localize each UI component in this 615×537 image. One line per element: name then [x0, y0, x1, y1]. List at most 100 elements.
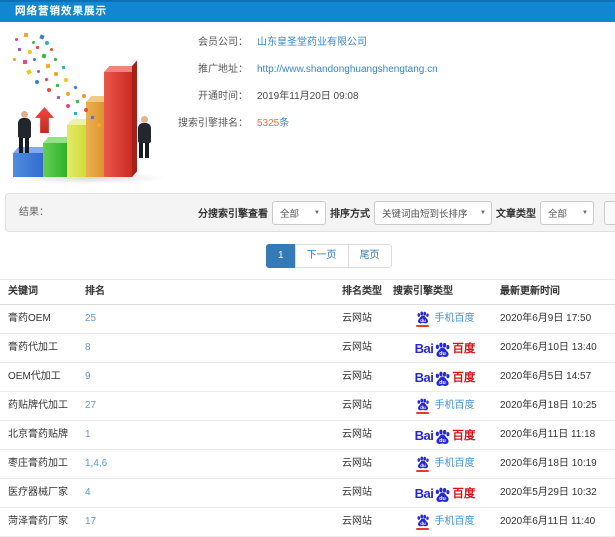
- rank-type-cell: 云网站: [342, 400, 372, 411]
- updated-time-cell: 2020年5月29日 10:32: [500, 487, 597, 498]
- rank-type-cell: 云网站: [342, 371, 372, 382]
- result-label: 结果：: [19, 207, 49, 218]
- mobile-baidu-label: 手机百度: [434, 313, 475, 324]
- confetti-dot: [13, 58, 16, 61]
- confetti-dot: [33, 58, 36, 61]
- updated-time-cell: 2020年6月18日 10:25: [500, 400, 597, 411]
- keyword-cell: 北京膏药贴牌: [8, 429, 68, 440]
- confetti-dot: [28, 50, 32, 54]
- updated-time-cell: 2020年6月18日 10:19: [500, 458, 597, 469]
- col-engine-type: 搜索引擎类型: [393, 286, 453, 297]
- rank-type-cell: 云网站: [342, 342, 372, 353]
- promo-image: [5, 28, 185, 186]
- table-header-row: 关键词 排名 排名类型 搜索引擎类型 最新更新时间: [0, 279, 615, 305]
- engine-cell: du 手机百度: [393, 305, 497, 333]
- chart-bar-green: [43, 143, 68, 177]
- engine-view-label: 分搜索引擎查看: [198, 209, 268, 220]
- rank-cell: 8: [85, 334, 91, 362]
- article-type-value: 全部: [548, 208, 568, 220]
- promo-url-label: 推广地址：: [198, 64, 248, 75]
- engine-ranking-value: 5325条: [257, 117, 289, 131]
- article-type-label: 文章类型: [496, 209, 536, 220]
- next-page-button[interactable]: 下一页: [294, 244, 349, 268]
- rank-type-cell: 云网站: [342, 516, 372, 527]
- table-row: 北京膏药贴牌 1 云网站 Bai du 百度 2020年6月11日 11:18: [0, 421, 615, 450]
- updated-time-cell: 2020年6月11日 11:18: [500, 429, 596, 440]
- keyword-cell: 枣庄膏药加工: [8, 458, 68, 469]
- confetti-dot: [44, 77, 49, 82]
- col-rank-type: 排名类型: [342, 286, 382, 297]
- mobile-baidu-icon: du 手机百度: [416, 392, 475, 420]
- confetti-dot: [35, 80, 39, 84]
- confetti-dot: [55, 83, 60, 88]
- rank-type-cell: 云网站: [342, 313, 372, 324]
- baidu-logo: Bai du 百度: [414, 341, 476, 358]
- engine-ranking-label: 搜索引擎排名：: [178, 118, 248, 129]
- chart-bar-blue: [13, 153, 47, 177]
- engine-cell: du 手机百度: [393, 392, 497, 420]
- mobile-baidu-icon: du 手机百度: [416, 450, 475, 478]
- rank-type-cell: 云网站: [342, 458, 372, 469]
- rank-link[interactable]: 1,4,6: [85, 458, 107, 469]
- svg-text:du: du: [420, 521, 426, 526]
- svg-text:du: du: [439, 351, 446, 357]
- last-page-button[interactable]: 尾页: [347, 244, 392, 268]
- results-table: 关键词 排名 排名类型 搜索引擎类型 最新更新时间 膏药OEM 25 云网站 du 手机…: [0, 279, 615, 537]
- rank-cell: 4: [85, 479, 91, 507]
- mobile-baidu-label: 手机百度: [434, 458, 475, 469]
- open-time-value: 2019年11月20日 09:08: [257, 91, 359, 102]
- baidu-logo: Bai du 百度: [414, 486, 476, 503]
- svg-text:du: du: [420, 318, 426, 323]
- table-row: 膏药代加工 8 云网站 Bai du 百度 2020年6月10日 13:40: [0, 334, 615, 363]
- open-time-row: 开通时间： 2019年11月20日 09:08: [0, 90, 615, 104]
- svg-text:du: du: [420, 463, 426, 468]
- rank-link[interactable]: 27: [85, 400, 96, 411]
- keyword-cell: OEM代加工: [8, 371, 61, 382]
- sort-order-label: 排序方式: [330, 209, 370, 220]
- engine-filter-value: 全部: [280, 208, 300, 220]
- engine-cell: du 手机百度: [393, 508, 497, 536]
- engine-cell: Bai du 百度: [393, 334, 497, 362]
- updated-time-cell: 2020年6月11日 11:40: [500, 516, 596, 527]
- table-row: 膏药OEM 25 云网站 du 手机百度 2020年6月9日 17:50: [0, 305, 615, 334]
- updated-time-cell: 2020年6月9日 17:50: [500, 313, 592, 324]
- updated-time-cell: 2020年6月5日 14:57: [500, 371, 592, 382]
- rank-link[interactable]: 1: [85, 429, 91, 440]
- rank-cell: 17: [85, 508, 96, 536]
- rank-link[interactable]: 8: [85, 342, 91, 353]
- confetti-dot: [73, 85, 78, 90]
- baidu-logo: Bai du 百度: [414, 370, 476, 387]
- rank-cell: 25: [85, 305, 96, 333]
- rank-cell: 1,4,6: [85, 450, 107, 478]
- rank-link[interactable]: 25: [85, 313, 96, 324]
- confetti-dot: [53, 57, 58, 62]
- confetti-dot: [41, 53, 47, 59]
- col-updated: 最新更新时间: [500, 286, 560, 297]
- rank-link[interactable]: 17: [85, 516, 96, 527]
- rank-link[interactable]: 4: [85, 487, 91, 498]
- submit-button[interactable]: 提交: [604, 200, 615, 225]
- page-header: 网络营销效果展示: [0, 0, 615, 22]
- svg-text:du: du: [420, 405, 426, 410]
- keyword-cell: 菏泽膏药厂家: [8, 516, 68, 527]
- sort-order-select[interactable]: 关键词由短到长排序 ▼: [374, 200, 492, 225]
- member-company-row: 会员公司： 山东皇圣堂药业有限公司: [0, 36, 615, 50]
- mobile-baidu-label: 手机百度: [434, 516, 475, 527]
- baidu-logo: Bai du 百度: [414, 428, 476, 445]
- engine-filter-select[interactable]: 全部 ▼: [272, 200, 326, 225]
- article-type-select[interactable]: 全部 ▼: [540, 200, 594, 225]
- confetti-dot: [66, 104, 70, 108]
- promo-url-row: 推广地址： http://www.shandonghuangshengtang.…: [0, 63, 615, 77]
- rank-cell: 9: [85, 363, 91, 391]
- keyword-cell: 膏药代加工: [8, 342, 58, 353]
- table-row: 菏泽膏药厂家 17 云网站 du 手机百度 2020年6月11日 11:40: [0, 508, 615, 537]
- rank-link[interactable]: 9: [85, 371, 91, 382]
- svg-text:du: du: [439, 438, 446, 444]
- rank-cell: 1: [85, 421, 91, 449]
- page-button-1[interactable]: 1: [266, 244, 296, 268]
- filter-bar: 结果： 分搜索引擎查看 全部 ▼ 排序方式 关键词由短到长排序 ▼ 文章类型 全…: [5, 193, 615, 232]
- engine-ranking-row: 搜索引擎排名： 5325条: [0, 117, 615, 131]
- promo-url-link[interactable]: http://www.shandonghuangshengtang.cn: [257, 63, 438, 77]
- member-company-link[interactable]: 山东皇圣堂药业有限公司: [257, 36, 367, 50]
- col-keyword: 关键词: [8, 286, 38, 297]
